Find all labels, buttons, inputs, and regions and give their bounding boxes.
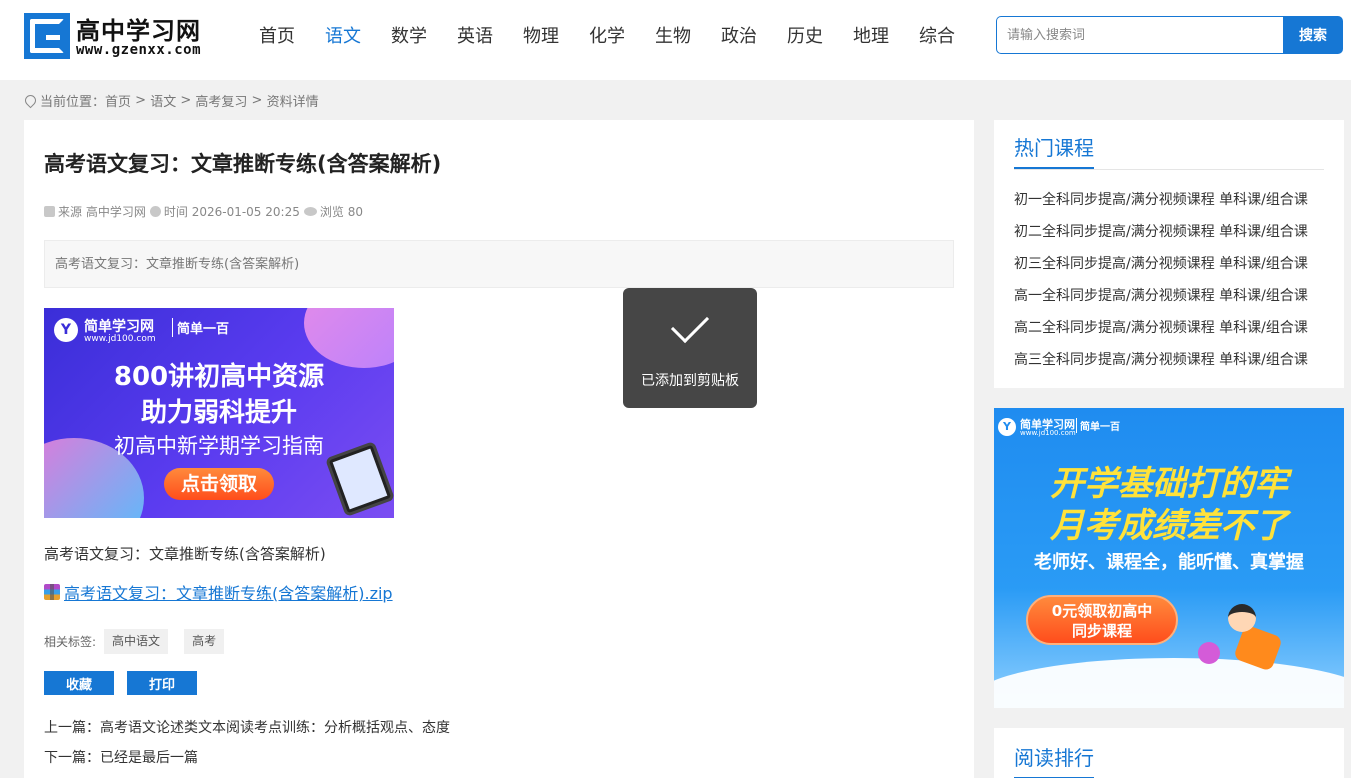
print-button[interactable]: 打印 xyxy=(127,671,197,695)
ad-brand2: 简单一百 xyxy=(1076,418,1120,433)
article-title: 高考语文复习：文章推断专练(含答案解析) xyxy=(44,152,442,176)
hot-courses-title: 热门课程 xyxy=(1014,132,1094,170)
eye-icon xyxy=(303,207,317,216)
meta-source: 高中学习网 xyxy=(85,205,146,219)
search-box: 搜索 xyxy=(996,16,1343,54)
banner-cta-button[interactable]: 点击领取 xyxy=(164,468,274,500)
promo-banner[interactable]: Y 简单学习网 www.jd100.com 简单一百 800讲初高中资源 助力弱… xyxy=(44,308,394,518)
nav-item-math[interactable]: 数学 xyxy=(391,24,427,50)
reading-rank-title: 阅读排行 xyxy=(1014,742,1094,778)
sidebar-ad-banner[interactable]: Y 简单学习网 www.jd100.com 简单一百 开学基础打的牢 月考成绩差… xyxy=(994,408,1344,708)
ad-headline-2: 月考成绩差不了 xyxy=(1050,506,1288,546)
article-meta: 来源 高中学习网 时间 2026-01-05 20:25 浏览 80 xyxy=(44,203,367,220)
next-title: 已经是最后一篇 xyxy=(100,750,198,766)
cloud-decoration xyxy=(994,658,1344,708)
list-item[interactable]: 初三全科同步提高/满分视频课程 单科课/组合课 xyxy=(1014,248,1308,280)
ad-headline-3: 老师好、课程全，能听懂、真掌握 xyxy=(1034,552,1304,573)
tag-item[interactable]: 高考 xyxy=(184,629,225,654)
site-header: 高中学习网 www.gzenxx.com 首页 语文 数学 英语 物理 化学 生… xyxy=(0,0,1351,80)
banner-logo-icon: Y xyxy=(54,318,78,342)
site-logo[interactable]: 高中学习网 www.gzenxx.com xyxy=(24,13,214,59)
nav-item-history[interactable]: 历史 xyxy=(787,24,823,50)
article-body: 高考语文复习：文章推断专练(含答案解析) xyxy=(44,545,326,563)
search-input[interactable] xyxy=(996,16,1285,54)
list-item[interactable]: 初一全科同步提高/满分视频课程 单科课/组合课 xyxy=(1014,184,1308,216)
astronaut-kid-icon xyxy=(1222,604,1283,674)
toast-message: 已添加到剪贴板 xyxy=(641,373,739,389)
article-actions: 收藏 打印 xyxy=(44,671,210,695)
nav-item-biology[interactable]: 生物 xyxy=(655,24,691,50)
prev-title[interactable]: 高考语文论述类文本阅读考点训练：分析概括观点、态度 xyxy=(100,720,450,736)
breadcrumb-item-chinese[interactable]: 语文 xyxy=(150,91,176,110)
article-panel: 高考语文复习：文章推断专练(含答案解析) 来源 高中学习网 时间 2026-01… xyxy=(24,120,974,778)
ad-logo-icon: Y xyxy=(998,418,1016,436)
related-tags: 相关标签: 高中语文 高考 xyxy=(44,629,240,654)
attachment-link[interactable]: 高考语文复习：文章推断专练(含答案解析).zip xyxy=(44,580,393,604)
nav-item-general[interactable]: 综合 xyxy=(919,24,955,50)
zip-archive-icon xyxy=(44,584,60,600)
prev-next-nav: 上一篇：高考语文论述类文本阅读考点训练：分析概括观点、态度 下一篇：已经是最后一… xyxy=(44,713,450,773)
planet-icon xyxy=(1198,642,1220,664)
hot-courses-panel: 热门课程 初一全科同步提高/满分视频课程 单科课/组合课 初二全科同步提高/满分… xyxy=(994,120,1344,388)
meta-time-label: 时间 xyxy=(163,205,188,219)
article-summary: 高考语文复习：文章推断专练(含答案解析) xyxy=(44,240,954,288)
list-item[interactable]: 高二全科同步提高/满分视频课程 单科课/组合课 xyxy=(1014,312,1308,344)
next-label: 下一篇： xyxy=(44,750,100,766)
meta-views-label: 浏览 xyxy=(319,205,344,219)
nav-item-politics[interactable]: 政治 xyxy=(721,24,757,50)
prev-article[interactable]: 上一篇：高考语文论述类文本阅读考点训练：分析概括观点、态度 xyxy=(44,713,450,743)
breadcrumb-item-review[interactable]: 高考复习 xyxy=(195,91,247,110)
nav-item-chemistry[interactable]: 化学 xyxy=(589,24,625,50)
location-pin-icon xyxy=(22,92,39,109)
nav-item-physics[interactable]: 物理 xyxy=(523,24,559,50)
banner-brand-url: www.jd100.com xyxy=(84,334,156,344)
breadcrumb-prefix: 当前位置： xyxy=(40,95,106,110)
favorite-button[interactable]: 收藏 xyxy=(44,671,114,695)
ad-cta-button[interactable]: 0元领取初高中 同步课程 xyxy=(1026,595,1178,645)
list-item[interactable]: 初二全科同步提高/满分视频课程 单科课/组合课 xyxy=(1014,216,1308,248)
breadcrumb-separator: > xyxy=(131,93,151,108)
ad-cta-line-1: 0元领取初高中 xyxy=(1051,602,1153,620)
ad-brand-url: www.jd100.com xyxy=(1020,429,1076,437)
search-button[interactable]: 搜索 xyxy=(1283,16,1343,54)
course-list: 初一全科同步提高/满分视频课程 单科课/组合课 初二全科同步提高/满分视频课程 … xyxy=(1014,184,1308,376)
attachment-name: 高考语文复习：文章推断专练(含答案解析).zip xyxy=(64,584,393,603)
tag-item[interactable]: 高中语文 xyxy=(104,629,169,654)
divider xyxy=(1014,169,1324,170)
breadcrumb-separator: > xyxy=(247,93,267,108)
reading-rank-panel: 阅读排行 xyxy=(994,728,1344,778)
checkmark-icon xyxy=(670,304,710,344)
meta-source-label: 来源 xyxy=(58,205,83,219)
nav-item-english[interactable]: 英语 xyxy=(457,24,493,50)
list-item[interactable]: 高一全科同步提高/满分视频课程 单科课/组合课 xyxy=(1014,280,1308,312)
prev-label: 上一篇： xyxy=(44,720,100,736)
clipboard-toast: 已添加到剪贴板 xyxy=(623,288,757,408)
breadcrumb: 当前位置： 首页 > 语文 > 高考复习 > 资料详情 xyxy=(22,91,319,110)
logo-mark xyxy=(24,13,70,59)
list-item[interactable]: 高三全科同步提高/满分视频课程 单科课/组合课 xyxy=(1014,344,1308,376)
nav-item-home[interactable]: 首页 xyxy=(259,24,295,50)
site-name: 高中学习网 xyxy=(76,17,201,45)
clock-icon xyxy=(149,206,161,217)
banner-headline-1: 800讲初高中资源 xyxy=(113,362,325,392)
tags-label: 相关标签: xyxy=(44,635,97,649)
banner-brand2: 简单一百 xyxy=(172,318,229,337)
site-url: www.gzenxx.com xyxy=(76,42,202,58)
breadcrumb-item-detail: 资料详情 xyxy=(266,95,319,110)
banner-brand: 简单学习网 xyxy=(84,319,154,335)
main-nav: 首页 语文 数学 英语 物理 化学 生物 政治 历史 地理 综合 xyxy=(259,24,985,50)
breadcrumb-item-home[interactable]: 首页 xyxy=(105,91,131,110)
ad-cta-line-2: 同步课程 xyxy=(1071,622,1132,640)
meta-views: 80 xyxy=(347,204,363,219)
next-article: 下一篇：已经是最后一篇 xyxy=(44,743,450,773)
meta-time: 2026-01-05 20:25 xyxy=(191,204,300,219)
banner-headline-2: 助力弱科提升 xyxy=(140,398,297,428)
breadcrumb-separator: > xyxy=(176,93,196,108)
source-icon xyxy=(44,206,55,217)
nav-item-geography[interactable]: 地理 xyxy=(853,24,889,50)
nav-item-chinese[interactable]: 语文 xyxy=(325,24,361,50)
